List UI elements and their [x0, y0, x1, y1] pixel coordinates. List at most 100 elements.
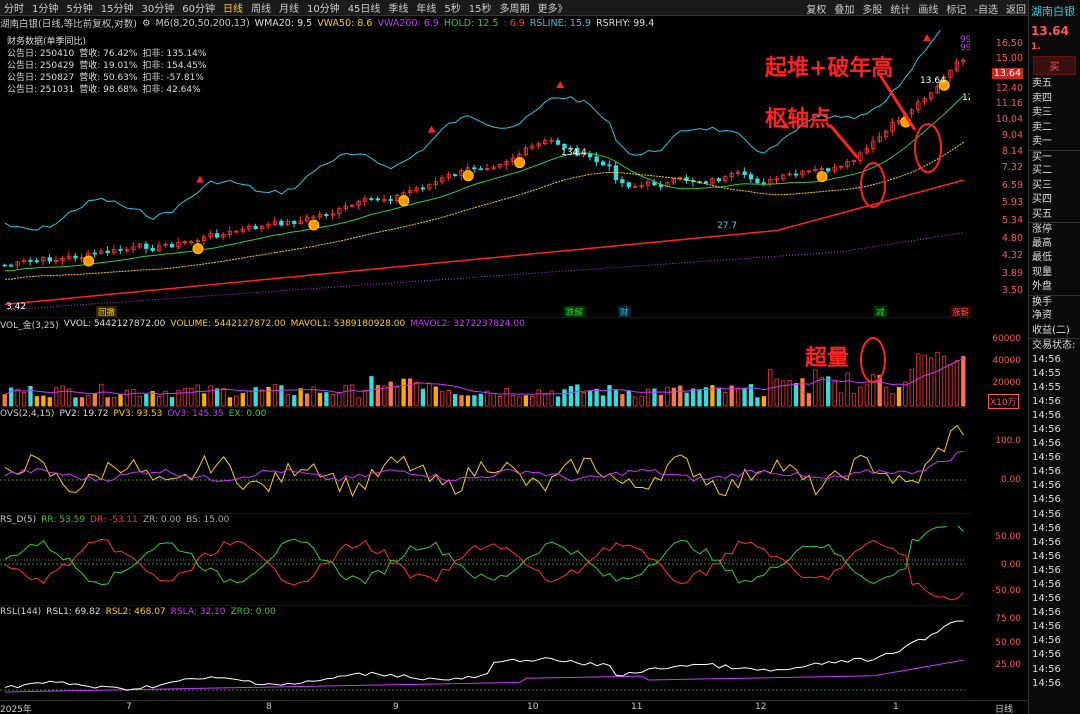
period-tab-14[interactable]: 15秒 [465, 0, 496, 15]
period-tab-8[interactable]: 月线 [275, 0, 303, 15]
volume-bar [279, 385, 284, 407]
volume-bar [427, 382, 432, 407]
candle-body [9, 264, 14, 267]
trade-time: 14:56 [1032, 649, 1061, 661]
period-tab-11[interactable]: 季线 [384, 0, 412, 15]
ov3-value: OV3: 145.35 [167, 409, 224, 419]
volume-bar [510, 395, 516, 407]
ovs-title[interactable]: OVS(2,4,15) [0, 409, 54, 419]
volume-value: VOLUME: 5442127872.00 [170, 319, 286, 329]
volume-bar [941, 355, 947, 407]
time-tick: 1 [893, 702, 899, 712]
pv3-value: PV3: 93.53 [113, 409, 163, 419]
volume-bar [420, 388, 426, 407]
settings-icon[interactable]: ⚙ [142, 18, 151, 29]
volume-bar [401, 378, 406, 407]
candle-body [388, 199, 393, 201]
buy-button[interactable]: 买 [1033, 56, 1076, 75]
period-tab-1[interactable]: 1分钟 [28, 0, 62, 15]
volume-unit: X10万 [988, 394, 1019, 409]
rsd-title[interactable]: RS_D(5) [0, 515, 36, 525]
volume-tick: 40000 [992, 356, 1021, 366]
current-price: 13.64 1. [1029, 22, 1080, 54]
volume-bar [227, 397, 233, 407]
vol-title[interactable]: VOL_金(3,25) [0, 318, 59, 331]
toolbar-action-5[interactable]: 标记 [942, 1, 970, 16]
volume-bar [253, 387, 258, 407]
rsl-chart[interactable] [0, 618, 970, 700]
volume-bar [124, 389, 130, 407]
volume-bar [832, 381, 837, 407]
pivot-annotation: 枢轴点 [765, 107, 832, 132]
order-row: 买一 [1029, 149, 1080, 165]
vvol-value: VVOL: 5442127872.00 [63, 319, 166, 329]
trade-time: 14:56 [1032, 395, 1061, 407]
order-row: 涨停 [1029, 222, 1080, 237]
toolbar-action-3[interactable]: 统计 [886, 1, 914, 16]
candle-body [253, 225, 258, 229]
volume-bar [620, 394, 625, 407]
price-tick: 3.50 [1001, 285, 1023, 296]
volume-bar [607, 385, 612, 407]
candle-body [472, 167, 477, 170]
breakout-annotation: 起堆+破年高 [765, 56, 894, 81]
indicator-name[interactable]: M6(8,20,50,200,13) [155, 18, 249, 29]
trade-time: 14:56 [1032, 550, 1061, 562]
candle-body [555, 140, 561, 145]
rsl-title[interactable]: RSL(144) [0, 607, 41, 617]
trade-time: 14:56 [1032, 409, 1061, 421]
mavol2-value: MAVOL2: 3272237824.00 [410, 319, 525, 329]
period-tab-5[interactable]: 60分钟 [178, 0, 219, 15]
volume-bar [626, 390, 631, 407]
price-tick: 4.32 [1001, 250, 1023, 261]
period-tab-13[interactable]: 5秒 [440, 0, 464, 15]
period-tab-6[interactable]: 日线 [219, 0, 247, 15]
trade-time: 14:55 [1032, 381, 1061, 393]
order-row: 卖二 [1032, 121, 1052, 133]
toolbar-action-2[interactable]: 多股 [858, 1, 886, 16]
volume-bar [890, 393, 895, 407]
volume-bar [169, 397, 175, 407]
dr-line [4, 538, 964, 601]
stock-name[interactable]: 湖南白银 [1029, 0, 1080, 22]
price-tick: 5.93 [1001, 197, 1023, 208]
volume-circle [860, 337, 886, 383]
volume-bar [324, 392, 329, 407]
time-axis: 2025年 7 8 9 10 11 12 1 日线 [0, 700, 1028, 714]
period-tab-7[interactable]: 周线 [247, 0, 275, 15]
price-tick: 3.89 [1001, 268, 1023, 279]
candle-body [214, 233, 220, 238]
candle-body [34, 260, 40, 263]
candle-body [279, 220, 284, 226]
toolbar-action-0[interactable]: 复权 [802, 1, 830, 16]
volume-bar [594, 388, 599, 407]
period-tab-4[interactable]: 30分钟 [137, 0, 178, 15]
period-tab-12[interactable]: 年线 [412, 0, 440, 15]
volume-bar [781, 380, 786, 407]
toolbar-action-1[interactable]: 叠加 [830, 1, 858, 16]
candle-body [169, 243, 175, 248]
signal-marker [427, 125, 436, 133]
rsd-chart[interactable] [0, 526, 970, 604]
period-tab-9[interactable]: 10分钟 [303, 0, 344, 15]
volume-bar [356, 397, 361, 407]
volume-bar [2, 394, 7, 407]
volume-bar [806, 393, 812, 407]
period-tab-2[interactable]: 5分钟 [62, 0, 96, 15]
toolbar-action-6[interactable]: -自选 [970, 1, 1002, 16]
period-tab-16[interactable]: 更多》 [534, 0, 572, 15]
volume-chart[interactable] [0, 330, 970, 408]
ovs-chart[interactable] [0, 420, 970, 512]
volume-bar [472, 395, 477, 407]
volume-bar [703, 387, 709, 407]
period-tab-3[interactable]: 15分钟 [97, 0, 138, 15]
time-tick: 7 [126, 702, 132, 712]
toolbar-action-4[interactable]: 画线 [914, 1, 942, 16]
volume-bar [214, 388, 220, 407]
period-tab-10[interactable]: 45日线 [344, 0, 385, 15]
toolbar-action-7[interactable]: 返回 [1002, 1, 1030, 16]
volume-bar [28, 386, 33, 407]
order-row: 换手 [1029, 294, 1080, 310]
period-tab-15[interactable]: 多周期 [496, 0, 534, 15]
period-tab-0[interactable]: 分时 [0, 0, 28, 15]
